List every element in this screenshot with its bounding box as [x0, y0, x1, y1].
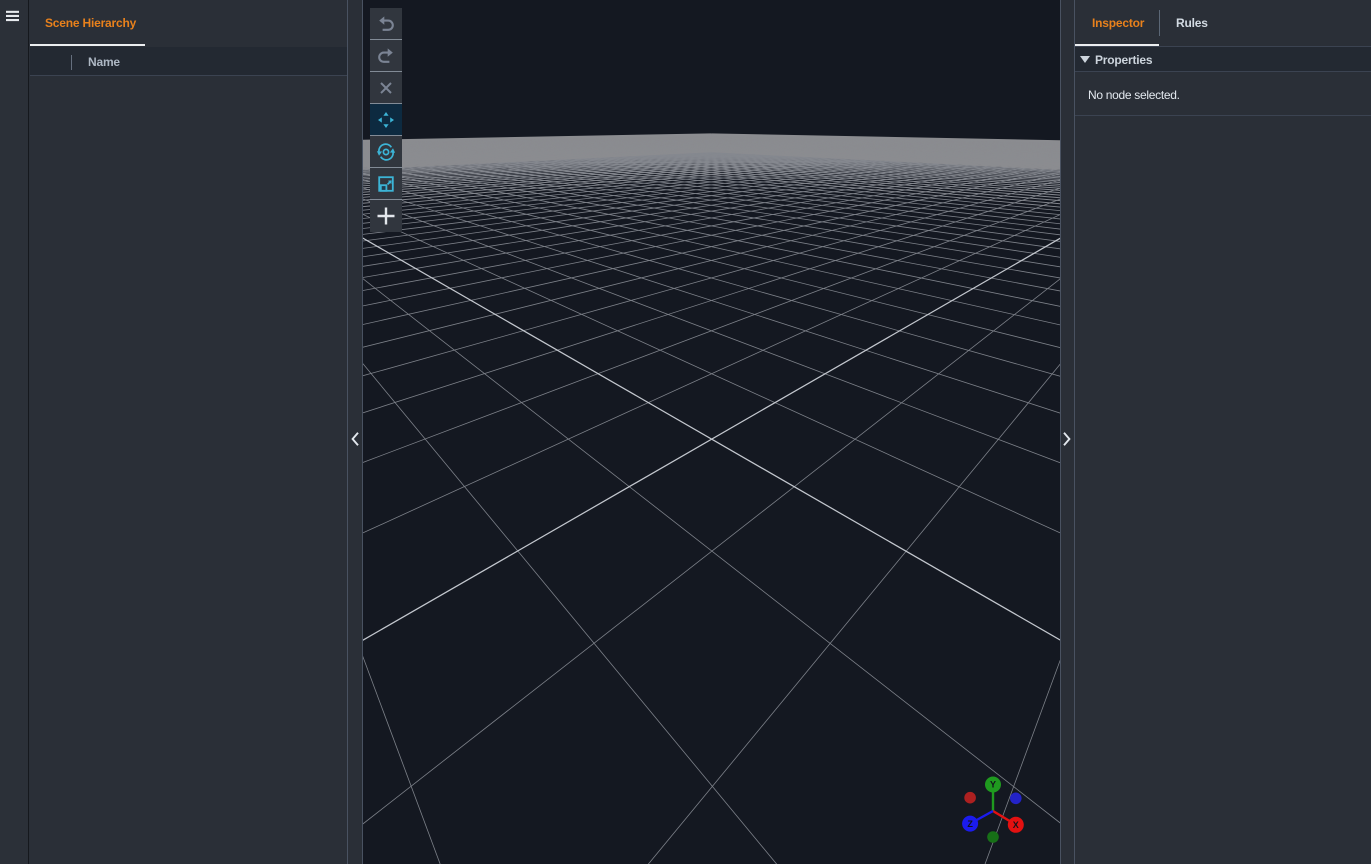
svg-text:X: X: [1013, 820, 1019, 830]
svg-text:Y: Y: [990, 780, 996, 790]
svg-text:Z: Z: [967, 819, 973, 829]
